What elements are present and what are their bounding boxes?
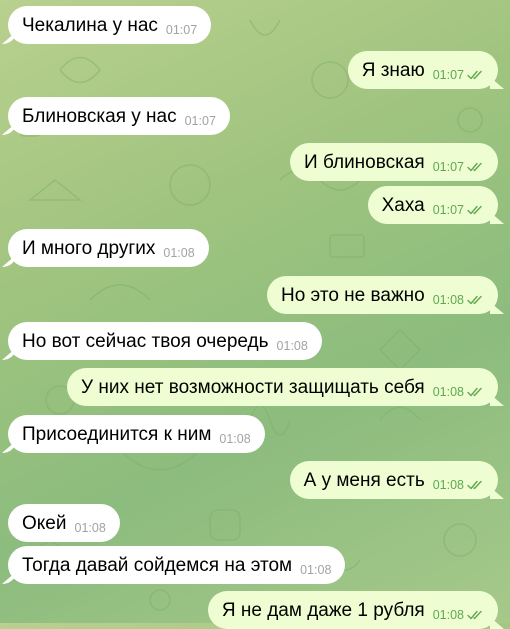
message-meta: 01:08 — [277, 339, 308, 353]
message-meta: 01:07 — [433, 160, 484, 174]
message-text: Чекалина у нас — [22, 14, 158, 36]
message-meta: 01:07 — [433, 203, 484, 217]
incoming-message-bubble[interactable]: Блиновская у нас 01:07 — [8, 97, 230, 135]
message-time: 01:08 — [432, 385, 464, 399]
message-meta: 01:08 — [300, 563, 331, 577]
message-meta: 01:07 — [166, 23, 197, 37]
message-text: Блиновская у нас — [22, 105, 177, 127]
message-text: Я знаю — [361, 59, 425, 81]
message-text: Но это не важно — [280, 284, 425, 306]
message-meta: 01:08 — [163, 246, 194, 260]
message-meta: 01:07 — [433, 68, 484, 82]
message-list: Чекалина у нас 01:07 Я знаю 01:07 Блиновская… — [0, 0, 510, 629]
incoming-message-bubble[interactable]: И много других 01:08 — [8, 229, 209, 267]
message-meta: 01:07 — [185, 114, 216, 128]
message-meta: 01:08 — [433, 608, 484, 622]
message-meta: 01:08 — [75, 521, 106, 535]
message-time: 01:07 — [165, 23, 198, 37]
double-check-icon — [467, 480, 482, 490]
message-meta: 01:08 — [433, 385, 484, 399]
double-check-icon — [467, 70, 482, 80]
incoming-message-bubble[interactable]: Окей 01:08 — [8, 504, 120, 542]
outgoing-message-bubble[interactable]: Хаха 01:07 — [367, 186, 498, 224]
message-text: И много других — [22, 237, 156, 259]
message-text: Окей — [22, 512, 67, 534]
incoming-message-bubble[interactable]: Чекалина у нас 01:07 — [8, 6, 212, 44]
double-check-icon — [467, 162, 482, 172]
message-time: 01:07 — [432, 160, 464, 174]
message-text: Но вот сейчас твоя очередь — [22, 330, 269, 352]
message-text: И блиновская — [304, 151, 425, 173]
message-meta: 01:08 — [433, 293, 484, 307]
message-text: Тогда давай сойдемся на этом — [22, 554, 293, 576]
incoming-message-bubble[interactable]: Но вот сейчас твоя очередь 01:08 — [8, 322, 322, 360]
message-time: 01:08 — [432, 293, 464, 307]
message-time: 01:07 — [432, 203, 464, 217]
outgoing-message-bubble[interactable]: И блиновская 01:07 — [290, 143, 498, 181]
outgoing-message-bubble[interactable]: У них нет возможности защищать себя 01:08 — [67, 368, 498, 406]
message-time: 01:08 — [432, 478, 464, 492]
message-time: 01:08 — [74, 521, 106, 535]
message-text: А у меня есть — [303, 469, 425, 491]
incoming-message-bubble[interactable]: Присоединится к ним 01:08 — [8, 415, 265, 453]
outgoing-message-bubble[interactable]: Я знаю 01:07 — [347, 51, 498, 89]
message-time: 01:08 — [432, 608, 464, 622]
message-time: 01:08 — [219, 432, 251, 446]
message-time: 01:08 — [276, 339, 308, 353]
double-check-icon — [467, 610, 482, 620]
outgoing-message-bubble[interactable]: Но это не важно 01:08 — [266, 276, 498, 314]
message-time: 01:07 — [432, 68, 464, 82]
double-check-icon — [467, 387, 482, 397]
message-time: 01:08 — [163, 246, 195, 260]
message-text: Я не дам даже 1 рубля — [221, 599, 425, 621]
outgoing-message-bubble[interactable]: Я не дам даже 1 рубля 01:08 — [207, 591, 498, 629]
double-check-icon — [467, 205, 482, 215]
message-text: Хаха — [381, 194, 425, 216]
outgoing-message-bubble[interactable]: А у меня есть 01:08 — [289, 461, 498, 499]
message-time: 01:08 — [300, 563, 332, 577]
message-text: Присоединится к ним — [22, 423, 212, 445]
message-meta: 01:08 — [219, 432, 250, 446]
incoming-message-bubble[interactable]: Тогда давай сойдемся на этом 01:08 — [8, 546, 346, 584]
message-time: 01:07 — [184, 114, 216, 128]
message-meta: 01:08 — [433, 478, 484, 492]
message-text: У них нет возможности защищать себя — [81, 376, 425, 398]
double-check-icon — [467, 295, 482, 305]
